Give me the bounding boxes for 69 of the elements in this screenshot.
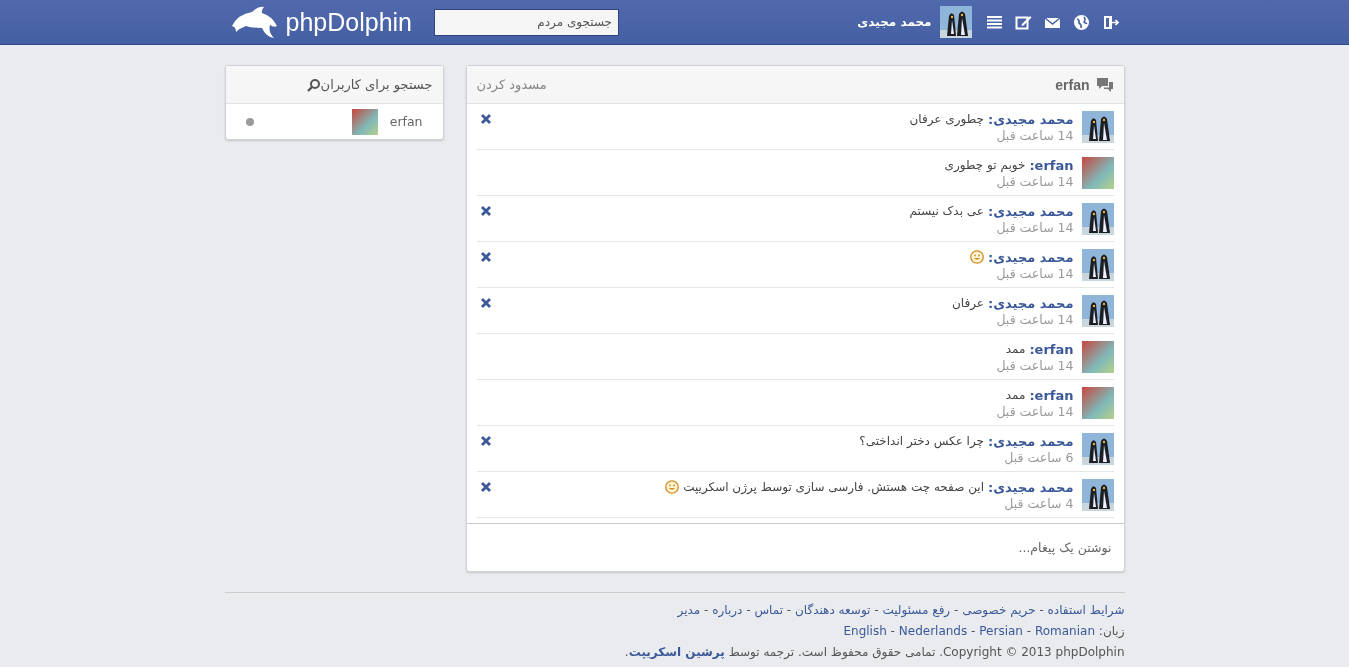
block-link[interactable]: مسدود کردن [476, 77, 547, 92]
message-text: ممد [1005, 388, 1026, 402]
message-text: عرفان [952, 296, 984, 310]
menu-icon[interactable] [985, 13, 1003, 31]
separator: - [786, 603, 792, 617]
message-time: 14 ساعت قبل [995, 311, 1074, 327]
delete-icon[interactable] [479, 435, 492, 447]
message-time: 14 ساعت قبل [995, 265, 1074, 281]
message-time: 14 ساعت قبل [995, 219, 1074, 235]
panel-title: جستجو برای کاربران [320, 77, 433, 92]
chat-icon [1095, 76, 1114, 93]
language-label: زبان: [1098, 624, 1125, 638]
delete-icon[interactable] [479, 251, 492, 263]
author-link[interactable]: محمد مجیدی: [988, 479, 1074, 495]
language-link[interactable]: Nederlands [898, 624, 968, 638]
author-link[interactable]: محمد مجیدی: [988, 111, 1074, 127]
footer-link[interactable]: شرایط استفاده [1047, 603, 1125, 617]
message-input[interactable]: نوشتن یک پیغام... [476, 539, 1114, 556]
delete-icon[interactable] [479, 113, 492, 125]
message-time: 6 ساعت قبل [1003, 449, 1074, 465]
message-text: خوبم تو چطوری [944, 158, 1026, 172]
dolphin-icon[interactable] [229, 4, 280, 40]
message-text: این صفحه چت هستش. فارسی سازی توسط پرژن اسکریپت [683, 480, 984, 494]
logout-icon[interactable] [1101, 13, 1119, 31]
footer-link[interactable]: حریم خصوصی [962, 603, 1036, 617]
message-time: 14 ساعت قبل [995, 173, 1074, 189]
separator: - [1026, 624, 1032, 638]
message-text: ممد [1005, 342, 1026, 356]
language-link[interactable]: Romanian [1034, 624, 1095, 638]
author-link[interactable]: erfan: [1029, 341, 1074, 357]
language-link[interactable]: English [843, 624, 887, 638]
delete-icon[interactable] [479, 297, 492, 309]
author-link[interactable]: محمد مجیدی: [988, 433, 1074, 449]
user-name[interactable]: محمد مجیدی [857, 15, 932, 29]
message-time: 14 ساعت قبل [996, 403, 1074, 419]
message-time: 14 ساعت قبل [996, 357, 1074, 373]
separator: - [704, 603, 709, 617]
message-text: چطوری عرفان [909, 112, 984, 126]
author-link[interactable]: محمد مجیدی: [988, 203, 1074, 219]
copyright-text: Copyright © 2013 phpDolphin. تمامی حقوق محفوظ است. ترجمه توسط پرشین اسکریپت. [623, 645, 1125, 661]
globe-icon[interactable] [1072, 13, 1090, 31]
search-icon [306, 77, 321, 92]
message-time: 4 ساعت قبل [1003, 495, 1074, 511]
separator: - [746, 603, 751, 617]
delete-icon[interactable] [479, 205, 492, 217]
message-text: چرا عکس دختر انداختی؟ [859, 434, 984, 448]
logo-text[interactable]: phpDolphin [285, 7, 412, 37]
delete-icon[interactable] [479, 481, 492, 493]
author-link[interactable]: محمد مجیدی: [988, 249, 1074, 265]
chat-title: erfan [1055, 76, 1090, 93]
footer-link[interactable]: رفع مسئولیت [882, 603, 951, 617]
edit-icon[interactable] [1014, 13, 1032, 31]
separator: - [1039, 603, 1044, 617]
message-text: عی بدک نیستم [909, 204, 984, 218]
language-link[interactable]: Persian [979, 624, 1023, 638]
separator: - [971, 624, 976, 638]
separator: - [874, 603, 879, 617]
search-field[interactable]: جستجوی مردم [434, 8, 619, 36]
author-link[interactable]: erfan: [1029, 387, 1074, 403]
user-link[interactable]: erfan [389, 114, 423, 129]
author-link[interactable]: erfan: [1029, 157, 1074, 173]
footer-link[interactable]: تماس [754, 603, 783, 617]
separator: - [954, 603, 959, 617]
message-time: 14 ساعت قبل [995, 127, 1074, 143]
footer-link[interactable]: توسعه دهندگان [795, 603, 871, 617]
separator: - [890, 624, 895, 638]
author-link[interactable]: محمد مجیدی: [988, 295, 1074, 311]
footer-link[interactable]: درباره [712, 603, 743, 617]
footer-link[interactable]: مدیر [677, 603, 701, 617]
